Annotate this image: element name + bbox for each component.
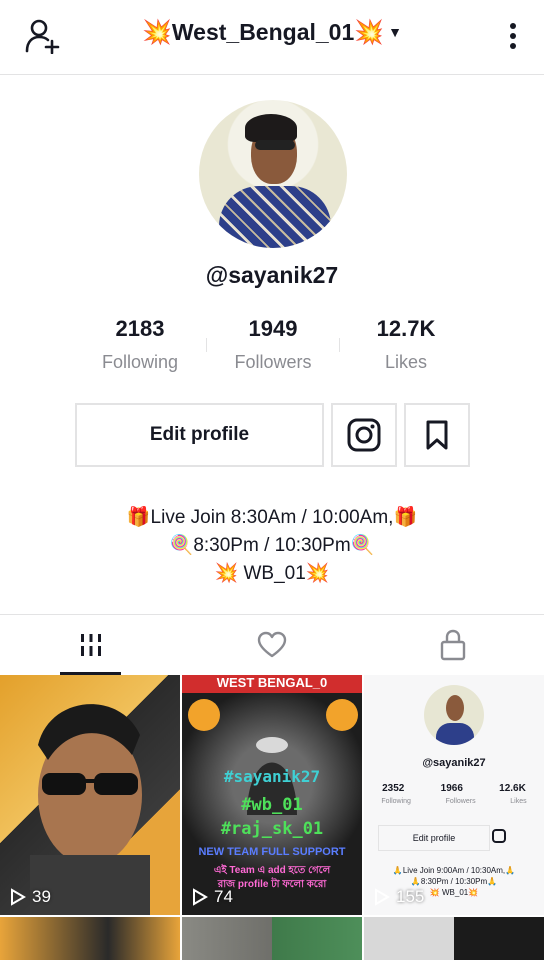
stat-followers[interactable]: 1949 Followers xyxy=(203,316,343,373)
heart-icon xyxy=(257,631,286,658)
mini-username: @sayanik27 xyxy=(422,757,486,769)
instagram-button[interactable] xyxy=(331,403,397,467)
mini-bio-line: 🙏Live Join 9:00Am / 10:30Am,🙏 xyxy=(392,866,516,875)
mini-stat-value: 1966 xyxy=(440,783,463,794)
tab-private[interactable] xyxy=(362,615,543,675)
burst-emoji-left: 💥 xyxy=(141,19,172,46)
chevron-down-icon: ▼ xyxy=(388,24,403,40)
followers-count: 1949 xyxy=(248,316,298,341)
view-count-value: 39 xyxy=(32,887,51,906)
video-thumbnail[interactable] xyxy=(182,917,362,960)
username: @sayanik27 xyxy=(205,262,339,288)
video-overlay-text: NEW TEAM FULL SUPPORT xyxy=(198,846,346,858)
favorites-button[interactable] xyxy=(404,403,470,467)
lock-icon xyxy=(440,629,465,661)
mini-avatar xyxy=(424,685,484,745)
tab-videos[interactable] xyxy=(0,615,181,675)
video-overlay-text: #raj_sk_01 xyxy=(220,819,324,839)
mini-instagram-icon xyxy=(492,829,506,843)
mini-stat-value: 2352 xyxy=(382,783,405,794)
grid-bars-icon xyxy=(80,634,101,656)
video-thumbnail[interactable] xyxy=(0,917,180,960)
view-count: 155 xyxy=(374,887,424,907)
profile-tabs xyxy=(0,614,544,675)
instagram-icon xyxy=(347,418,381,452)
account-name: West_Bengal_01 xyxy=(171,19,355,45)
bio: 🎁Live Join 8:30Am / 10:00Am,🎁 🍭8:30Pm / … xyxy=(0,504,544,588)
bookmark-icon xyxy=(426,420,448,450)
following-label: Following xyxy=(101,352,179,372)
play-icon xyxy=(375,888,390,906)
stat-likes[interactable]: 12.7K Likes xyxy=(336,316,476,373)
mini-edit-profile: Edit profile xyxy=(378,825,490,851)
stat-following[interactable]: 2183 Following xyxy=(70,316,210,373)
avatar[interactable] xyxy=(199,100,347,248)
view-count: 39 xyxy=(10,887,51,907)
mini-stat-label: Likes xyxy=(510,798,527,805)
mini-stat-value: 12.6K xyxy=(499,783,526,794)
video-thumbnail[interactable] xyxy=(364,917,544,960)
bio-line: 🍭8:30Pm / 10:30Pm🍭 xyxy=(169,535,375,556)
mini-stats: 2352 1966 12.6K xyxy=(364,783,544,794)
bio-line: 💥 WB_01💥 xyxy=(214,563,330,584)
video-grid: 39 WEST BENGAL_0 #sayanik27 #wb_01 #raj_… xyxy=(0,675,544,960)
bio-line: 🎁Live Join 8:30Am / 10:00Am,🎁 xyxy=(126,507,418,528)
mini-stat-labels: Following Followers Likes xyxy=(364,798,544,805)
following-count: 2183 xyxy=(115,316,165,341)
burst-emoji-right: 💥 xyxy=(354,19,385,46)
view-count: 74 xyxy=(192,887,233,907)
mini-stat-label: Followers xyxy=(445,798,476,805)
video-thumbnail[interactable]: @sayanik27 2352 1966 12.6K Following Fol… xyxy=(364,675,544,915)
top-bar: 💥West_Bengal_01💥 ▼ xyxy=(0,0,544,75)
video-overlay-text: #sayanik27 xyxy=(223,767,321,786)
play-icon xyxy=(11,888,26,906)
video-thumbnail[interactable]: WEST BENGAL_0 #sayanik27 #wb_01 #raj_sk_… xyxy=(182,675,362,915)
video-thumbnail[interactable]: 39 xyxy=(0,675,180,915)
mini-bio-line: 🙏8:30Pm / 10:30Pm🙏 xyxy=(410,877,498,886)
likes-label: Likes xyxy=(384,352,428,372)
tab-liked[interactable] xyxy=(181,615,362,675)
more-options-icon[interactable] xyxy=(508,20,518,52)
view-count-value: 74 xyxy=(214,887,233,906)
play-icon xyxy=(193,888,208,906)
edit-profile-button[interactable]: Edit profile xyxy=(75,403,324,467)
mini-stat-label: Following xyxy=(381,798,411,805)
view-count-value: 155 xyxy=(396,887,425,906)
likes-count: 12.7K xyxy=(376,316,436,341)
followers-label: Followers xyxy=(234,352,312,372)
video-overlay-text: #wb_01 xyxy=(241,795,303,815)
account-switcher[interactable]: 💥West_Bengal_01💥 ▼ xyxy=(0,18,544,47)
